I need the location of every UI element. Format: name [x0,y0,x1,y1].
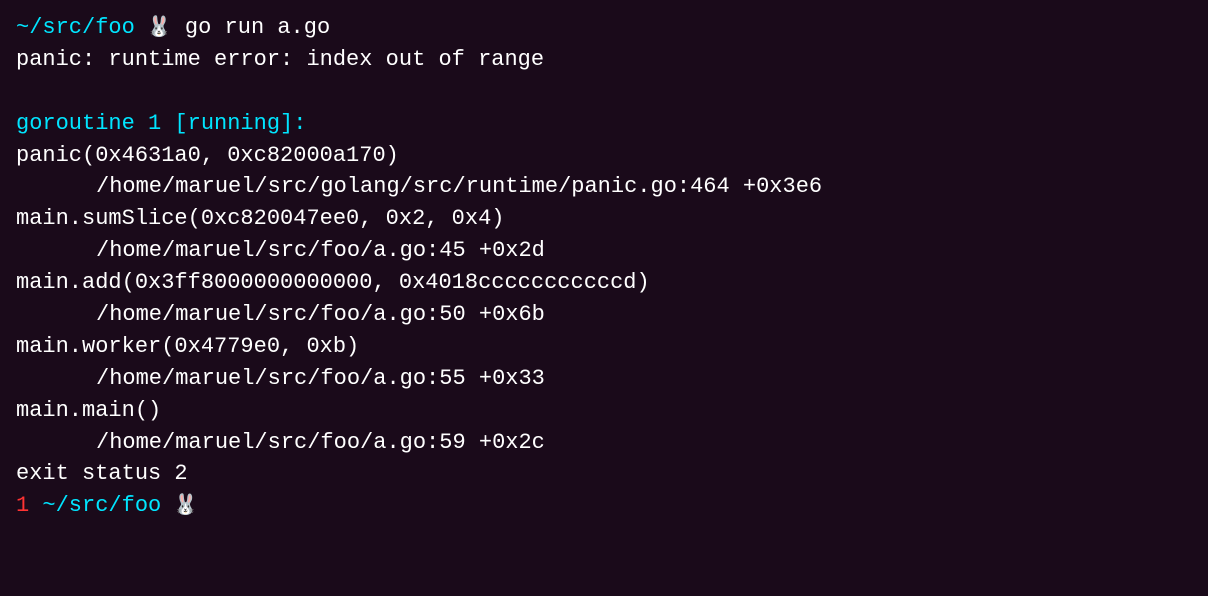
ago-55-line: /home/maruel/src/foo/a.go:55 +0x33 [16,363,1192,395]
panic-go-text: /home/maruel/src/golang/src/runtime/pani… [96,171,822,203]
ago-45-text: /home/maruel/src/foo/a.go:45 +0x2d [96,235,545,267]
blank-line-1 [16,76,1192,108]
ago-50-text: /home/maruel/src/foo/a.go:50 +0x6b [96,299,545,331]
panic-go-line: /home/maruel/src/golang/src/runtime/pani… [16,171,1192,203]
main-worker-text: main.worker(0x4779e0, 0xb) [16,331,359,363]
rabbit-icon-2: 🐰 [161,492,198,521]
ago-55-text: /home/maruel/src/foo/a.go:55 +0x33 [96,363,545,395]
main-main-text: main.main() [16,395,161,427]
main-main-line: main.main() [16,395,1192,427]
sum-slice-text: main.sumSlice(0xc820047ee0, 0x2, 0x4) [16,203,504,235]
main-add-text: main.add(0x3ff8000000000000, 0x4018ccccc… [16,267,650,299]
ago-50-line: /home/maruel/src/foo/a.go:50 +0x6b [16,299,1192,331]
rabbit-icon-1: 🐰 [135,14,172,43]
exit-status-line: exit status 2 [16,458,1192,490]
command-line: ~/src/foo 🐰 go run a.go [16,12,1192,44]
ago-45-line: /home/maruel/src/foo/a.go:45 +0x2d [16,235,1192,267]
panic-error-text: panic: runtime error: index out of range [16,44,544,76]
goroutine-text: goroutine 1 [running]: [16,108,306,140]
ago-59-line: /home/maruel/src/foo/a.go:59 +0x2c [16,427,1192,459]
prompt-line-2[interactable]: 1 ~/src/foo 🐰 [16,490,1192,522]
main-add-line: main.add(0x3ff8000000000000, 0x4018ccccc… [16,267,1192,299]
sum-slice-line: main.sumSlice(0xc820047ee0, 0x2, 0x4) [16,203,1192,235]
panic-error-line: panic: runtime error: index out of range [16,44,1192,76]
prompt-number: 1 [16,490,29,522]
terminal-window: ~/src/foo 🐰 go run a.go panic: runtime e… [0,0,1208,596]
panic-call-line: panic(0x4631a0, 0xc82000a170) [16,140,1192,172]
exit-status-text: exit status 2 [16,458,188,490]
command-text: go run a.go [172,12,330,44]
ago-59-text: /home/maruel/src/foo/a.go:59 +0x2c [96,427,545,459]
panic-call-text: panic(0x4631a0, 0xc82000a170) [16,140,399,172]
main-worker-line: main.worker(0x4779e0, 0xb) [16,331,1192,363]
prompt-path-2: ~/src/foo [29,490,161,522]
goroutine-line: goroutine 1 [running]: [16,108,1192,140]
prompt-path: ~/src/foo [16,12,135,44]
